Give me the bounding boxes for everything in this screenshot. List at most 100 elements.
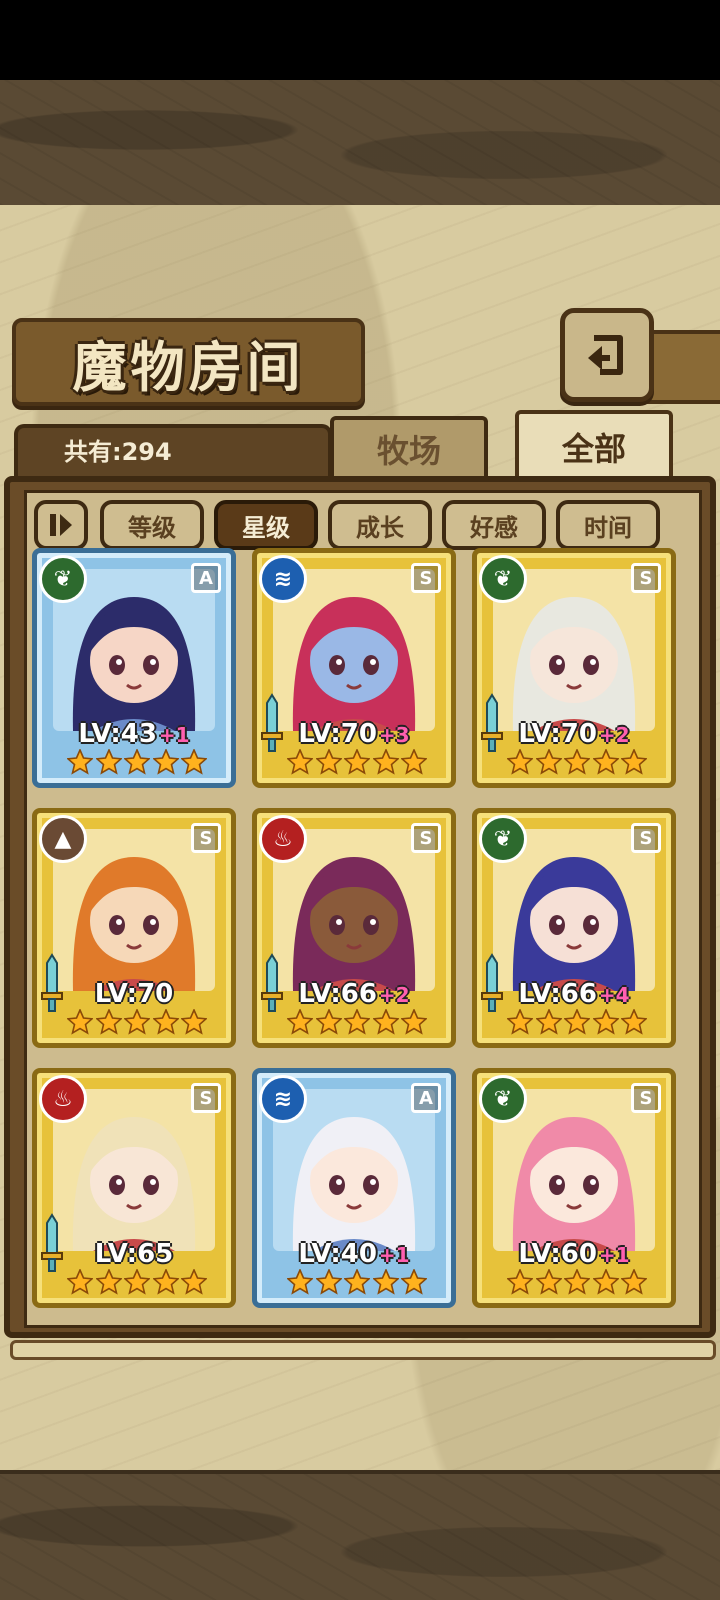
level-text: LV:66 bbox=[518, 979, 597, 1009]
star-icon bbox=[315, 1009, 342, 1035]
level-bonus: +1 bbox=[158, 723, 190, 747]
rank-badge: S bbox=[411, 823, 441, 853]
monster-level: LV:70 +2 bbox=[477, 719, 671, 749]
level-text: LV:70 bbox=[518, 719, 597, 749]
sort-button[interactable]: 时间 bbox=[556, 500, 660, 550]
monster-card[interactable]: ❦ S LV:60 +1 bbox=[472, 1068, 676, 1308]
star-icon bbox=[592, 749, 619, 775]
level-bonus: +2 bbox=[378, 983, 410, 1007]
level-bonus: +1 bbox=[598, 1243, 630, 1267]
grass-element-icon: ❦ bbox=[39, 555, 87, 603]
star-icon bbox=[181, 749, 207, 775]
monster-level: LV:70 bbox=[37, 979, 231, 1009]
water-element-icon: ≋ bbox=[259, 555, 307, 603]
level-text: LV:66 bbox=[298, 979, 377, 1009]
water-element-icon: ≋ bbox=[259, 1075, 307, 1123]
back-button[interactable] bbox=[560, 308, 654, 402]
monster-card[interactable]: ❦ S LV:70 +2 bbox=[472, 548, 676, 788]
star-icon bbox=[287, 1009, 313, 1035]
monster-card[interactable]: ▲ S LV:70 bbox=[32, 808, 236, 1048]
star-rating bbox=[67, 1009, 207, 1041]
rank-badge: S bbox=[631, 1083, 661, 1113]
star-rating bbox=[67, 749, 207, 781]
star-icon bbox=[372, 749, 399, 775]
monster-card[interactable]: ❦ A LV:43 +1 bbox=[32, 548, 236, 788]
level-text: LV:70 bbox=[94, 979, 174, 1009]
star-icon bbox=[181, 1269, 207, 1295]
sort-button[interactable]: 成长 bbox=[328, 500, 432, 550]
level-text: LV:40 bbox=[298, 1239, 377, 1269]
star-icon bbox=[592, 1009, 619, 1035]
star-icon bbox=[67, 1009, 93, 1035]
star-icon bbox=[401, 1009, 427, 1035]
sort-button[interactable]: 好感 bbox=[442, 500, 546, 550]
star-icon bbox=[152, 1269, 179, 1295]
star-rating bbox=[287, 1269, 427, 1301]
star-icon bbox=[67, 1269, 93, 1295]
grass-element-icon: ❦ bbox=[479, 1075, 527, 1123]
monster-level: LV:43 +1 bbox=[37, 719, 231, 749]
star-icon bbox=[401, 1269, 427, 1295]
monster-level: LV:40 +1 bbox=[257, 1239, 451, 1269]
rank-badge: S bbox=[631, 563, 661, 593]
monster-level: LV:66 +2 bbox=[257, 979, 451, 1009]
earth-element-icon: ▲ bbox=[39, 815, 87, 863]
fire-element-icon: ♨ bbox=[39, 1075, 87, 1123]
star-icon bbox=[95, 1269, 122, 1295]
star-icon bbox=[152, 749, 179, 775]
star-icon bbox=[95, 749, 122, 775]
star-rating bbox=[507, 1009, 647, 1041]
star-icon bbox=[535, 1009, 562, 1035]
tab-farm[interactable]: 牧场 bbox=[330, 416, 488, 478]
star-icon bbox=[124, 1009, 150, 1035]
level-text: LV:70 bbox=[298, 719, 377, 749]
level-bonus: +4 bbox=[598, 983, 630, 1007]
level-bonus: +2 bbox=[598, 723, 630, 747]
fire-element-icon: ♨ bbox=[259, 815, 307, 863]
star-icon bbox=[315, 749, 342, 775]
star-icon bbox=[372, 1009, 399, 1035]
star-icon bbox=[564, 1009, 590, 1035]
star-icon bbox=[315, 1269, 342, 1295]
return-arrow-icon bbox=[588, 335, 623, 375]
star-icon bbox=[181, 1009, 207, 1035]
level-bonus: +1 bbox=[378, 1243, 410, 1267]
star-icon bbox=[344, 1269, 370, 1295]
rank-badge: S bbox=[631, 823, 661, 853]
star-icon bbox=[535, 749, 562, 775]
star-icon bbox=[344, 1009, 370, 1035]
star-rating bbox=[287, 749, 427, 781]
monster-level: LV:66 +4 bbox=[477, 979, 671, 1009]
sort-order-toggle[interactable] bbox=[34, 500, 88, 550]
panel-bottom-rail bbox=[10, 1340, 716, 1360]
grass-element-icon: ❦ bbox=[479, 815, 527, 863]
star-icon bbox=[124, 749, 150, 775]
monster-card[interactable]: ≋ S LV:70 +3 bbox=[252, 548, 456, 788]
star-icon bbox=[564, 1269, 590, 1295]
star-rating bbox=[507, 1269, 647, 1301]
star-icon bbox=[401, 749, 427, 775]
monster-level: LV:70 +3 bbox=[257, 719, 451, 749]
star-icon bbox=[564, 749, 590, 775]
monster-card[interactable]: ❦ S LV:66 +4 bbox=[472, 808, 676, 1048]
star-icon bbox=[507, 1269, 533, 1295]
star-icon bbox=[344, 749, 370, 775]
star-icon bbox=[287, 1269, 313, 1295]
star-icon bbox=[372, 1269, 399, 1295]
monster-level: LV:65 bbox=[37, 1239, 231, 1269]
level-text: LV:65 bbox=[94, 1239, 174, 1269]
grass-element-icon: ❦ bbox=[479, 555, 527, 603]
star-icon bbox=[507, 749, 533, 775]
rank-badge: A bbox=[411, 1083, 441, 1113]
tab-all[interactable]: 全部 bbox=[515, 410, 673, 480]
monster-card[interactable]: ≋ A LV:40 +1 bbox=[252, 1068, 456, 1308]
monster-card[interactable]: ♨ S LV:66 +2 bbox=[252, 808, 456, 1048]
sort-button[interactable]: 星级 bbox=[214, 500, 318, 550]
star-icon bbox=[621, 749, 647, 775]
level-bonus: +3 bbox=[378, 723, 410, 747]
sort-button[interactable]: 等级 bbox=[100, 500, 204, 550]
star-icon bbox=[95, 1009, 122, 1035]
rank-badge: S bbox=[191, 1083, 221, 1113]
rank-badge: S bbox=[191, 823, 221, 853]
monster-card[interactable]: ♨ S LV:65 bbox=[32, 1068, 236, 1308]
